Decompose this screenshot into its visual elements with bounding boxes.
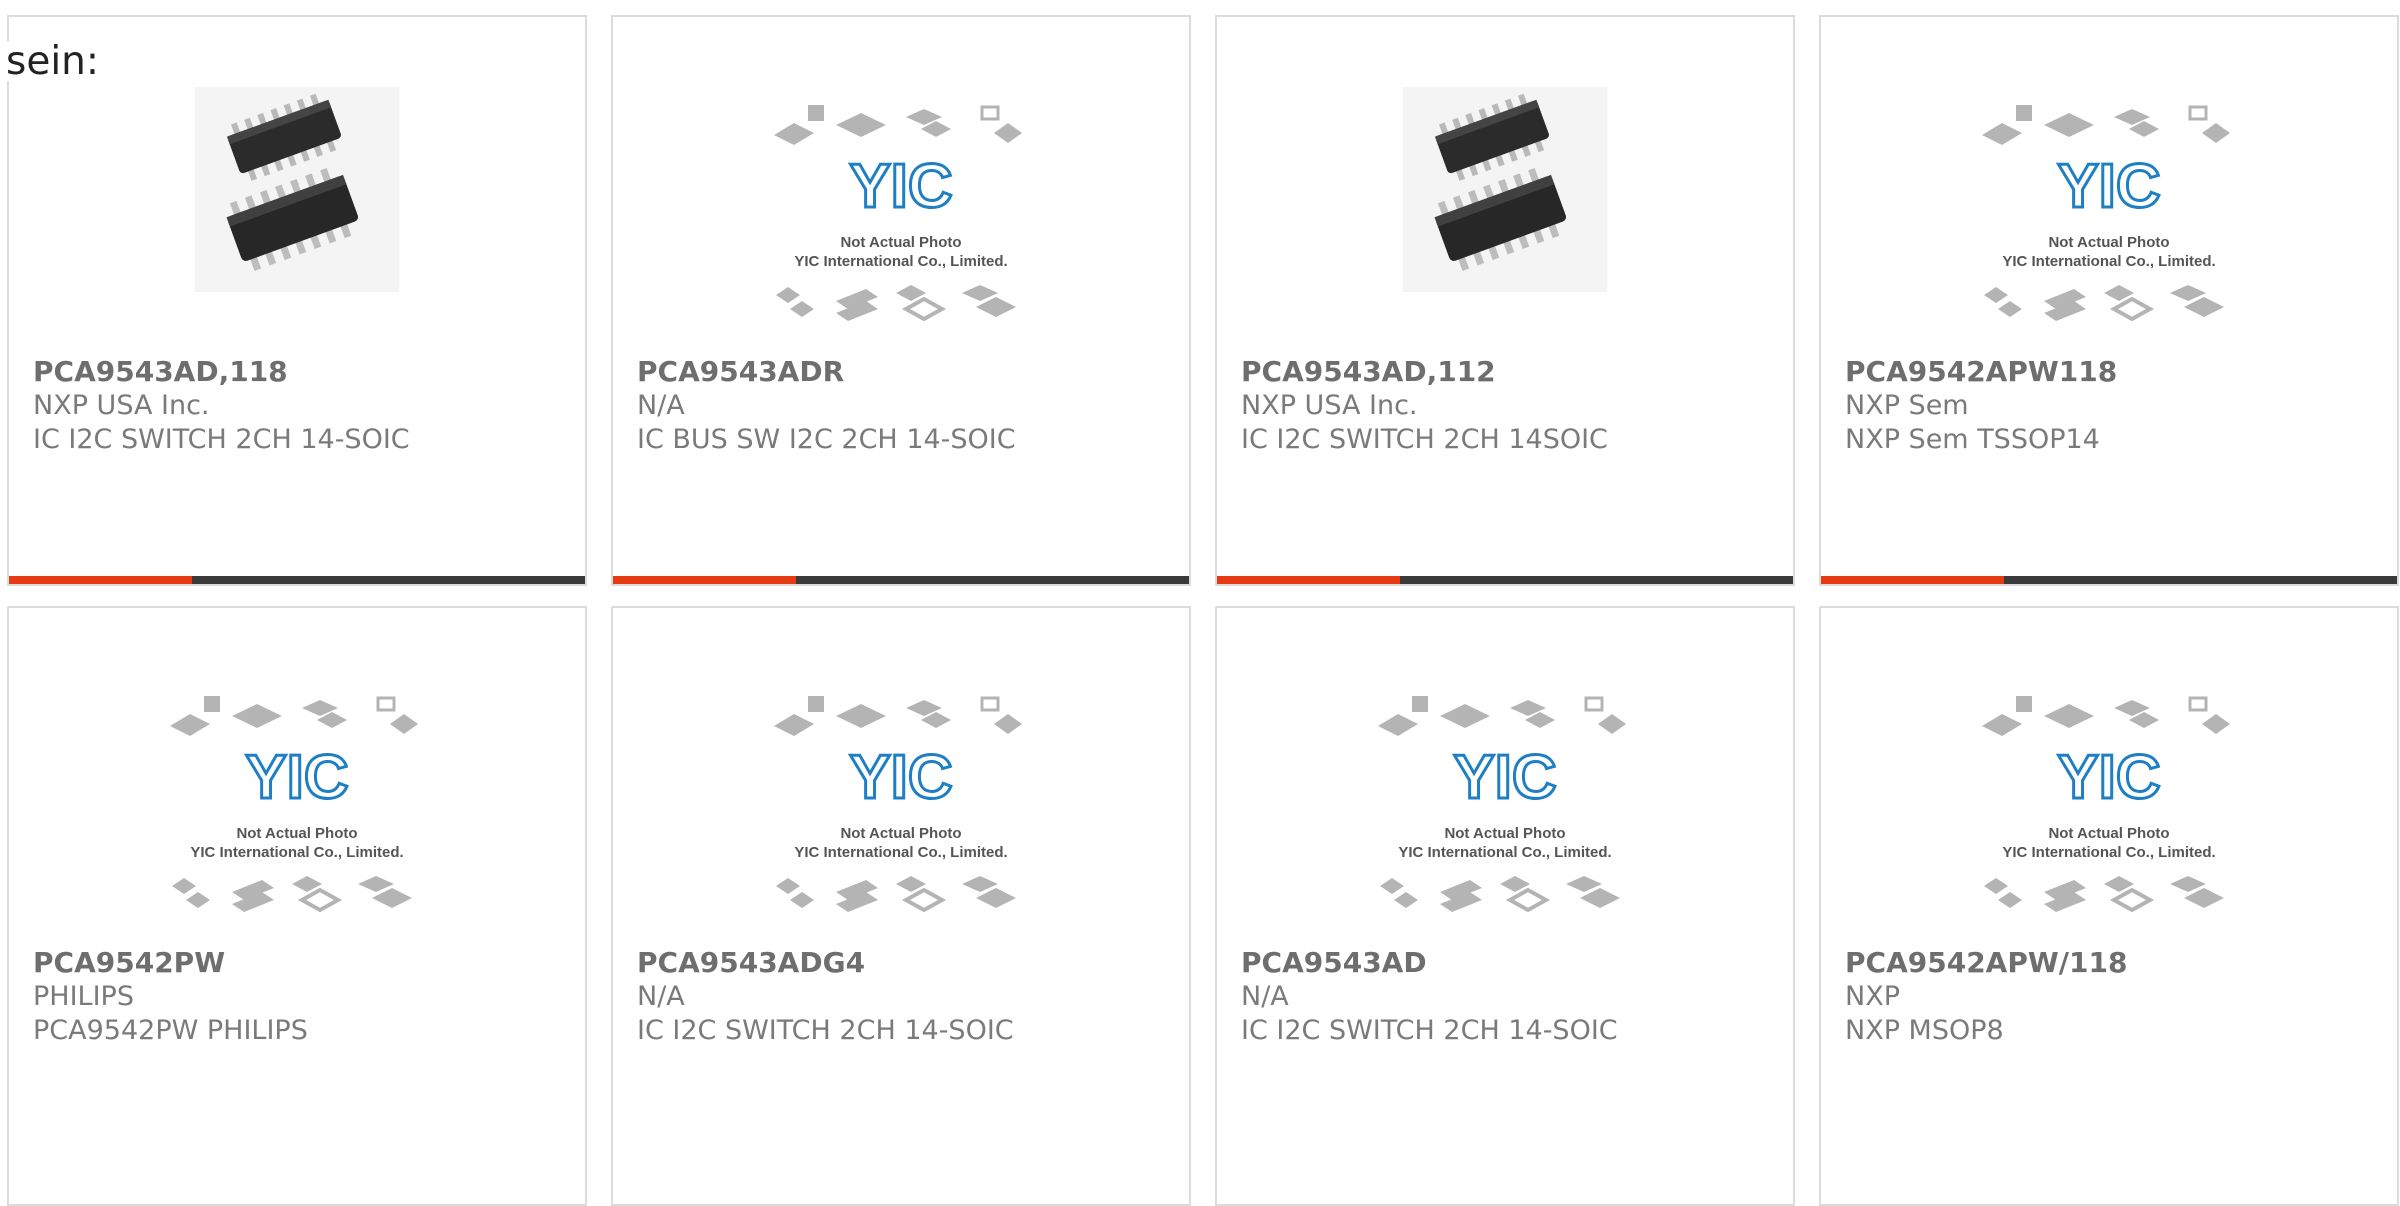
part-number[interactable]: PCA9542PW — [33, 946, 308, 980]
card-accent-bar — [613, 576, 796, 584]
yic-placeholder-image: YIC Not Actual Photo YIC International C… — [1982, 696, 2230, 913]
description: PCA9542PW PHILIPS — [33, 1015, 308, 1046]
product-info: PCA9543AD N/A IC I2C SWITCH 2CH 14-SOIC — [1241, 946, 1618, 1048]
manufacturer: NXP — [1845, 981, 1900, 1012]
description: NXP Sem TSSOP14 — [1845, 424, 2100, 455]
part-number[interactable]: PCA9543AD,118 — [33, 355, 410, 389]
part-number[interactable]: PCA9543ADR — [637, 355, 1016, 389]
manufacturer: N/A — [637, 981, 685, 1012]
product-info: PCA9543AD,118 NXP USA Inc. IC I2C SWITCH… — [33, 355, 410, 457]
part-number[interactable]: PCA9543AD,112 — [1241, 355, 1608, 389]
placeholder-caption: Not Actual Photo — [2048, 825, 2169, 842]
soic-chip-photo — [1402, 87, 1608, 292]
card-bottom-bar — [1821, 576, 2397, 584]
manufacturer: N/A — [637, 390, 685, 421]
product-card[interactable]: YIC Not Actual Photo YIC International C… — [7, 606, 587, 1206]
yic-placeholder-image: YIC Not Actual Photo YIC International C… — [1982, 105, 2230, 322]
product-card[interactable]: YIC Not Actual Photo YIC International C… — [611, 15, 1191, 586]
product-card[interactable]: YIC Not Actual Photo YIC International C… — [1819, 15, 2399, 586]
description: IC I2C SWITCH 2CH 14-SOIC — [1241, 1015, 1618, 1046]
yic-logo: YIC — [2057, 743, 2160, 812]
placeholder-caption: Not Actual Photo — [236, 825, 357, 842]
placeholder-company: YIC International Co., Limited. — [794, 253, 1007, 270]
manufacturer: NXP USA Inc. — [33, 390, 210, 421]
product-info: PCA9542APW118 NXP Sem NXP Sem TSSOP14 — [1845, 355, 2117, 457]
part-number[interactable]: PCA9542APW118 — [1845, 355, 2117, 389]
soic-chip-photo — [194, 87, 400, 292]
placeholder-caption: Not Actual Photo — [840, 234, 961, 251]
placeholder-company: YIC International Co., Limited. — [794, 844, 1007, 861]
part-number[interactable]: PCA9543ADG4 — [637, 946, 1014, 980]
product-card[interactable]: YIC Not Actual Photo YIC International C… — [1215, 606, 1795, 1206]
yic-placeholder-image: YIC Not Actual Photo YIC International C… — [1378, 696, 1626, 913]
description: NXP MSOP8 — [1845, 1015, 2004, 1046]
product-info: PCA9543ADG4 N/A IC I2C SWITCH 2CH 14-SOI… — [637, 946, 1014, 1048]
part-number[interactable]: PCA9542APW/118 — [1845, 946, 2127, 980]
yic-logo: YIC — [849, 743, 952, 812]
product-info: PCA9542APW/118 NXP NXP MSOP8 — [1845, 946, 2127, 1048]
card-bottom-bar — [1217, 576, 1793, 584]
yic-logo: YIC — [849, 152, 952, 221]
yic-logo: YIC — [2057, 152, 2160, 221]
card-bottom-bar — [613, 576, 1189, 584]
description: IC I2C SWITCH 2CH 14-SOIC — [33, 424, 410, 455]
placeholder-company: YIC International Co., Limited. — [2002, 253, 2215, 270]
card-accent-bar — [1217, 576, 1400, 584]
description: IC BUS SW I2C 2CH 14-SOIC — [637, 424, 1016, 455]
card-bottom-bar — [9, 576, 585, 584]
manufacturer: NXP USA Inc. — [1241, 390, 1418, 421]
yic-placeholder-image: YIC Not Actual Photo YIC International C… — [774, 696, 1022, 913]
product-info: PCA9543AD,112 NXP USA Inc. IC I2C SWITCH… — [1241, 355, 1608, 457]
product-card[interactable]: YIC Not Actual Photo YIC International C… — [1819, 606, 2399, 1206]
product-card[interactable]: PCA9543AD,118 NXP USA Inc. IC I2C SWITCH… — [7, 15, 587, 586]
yic-logo: YIC — [1453, 743, 1556, 812]
product-info: PCA9543ADR N/A IC BUS SW I2C 2CH 14-SOIC — [637, 355, 1016, 457]
card-accent-bar — [1821, 576, 2004, 584]
product-card[interactable]: PCA9543AD,112 NXP USA Inc. IC I2C SWITCH… — [1215, 15, 1795, 586]
yic-placeholder-image: YIC Not Actual Photo YIC International C… — [170, 696, 418, 913]
card-accent-bar — [9, 576, 192, 584]
part-number[interactable]: PCA9543AD — [1241, 946, 1618, 980]
yic-logo: YIC — [245, 743, 348, 812]
product-card[interactable]: YIC Not Actual Photo YIC International C… — [611, 606, 1191, 1206]
manufacturer: PHILIPS — [33, 981, 134, 1012]
placeholder-company: YIC International Co., Limited. — [1398, 844, 1611, 861]
intro-text: sein: — [6, 39, 102, 84]
placeholder-caption: Not Actual Photo — [1444, 825, 1565, 842]
placeholder-caption: Not Actual Photo — [2048, 234, 2169, 251]
placeholder-company: YIC International Co., Limited. — [190, 844, 403, 861]
placeholder-company: YIC International Co., Limited. — [2002, 844, 2215, 861]
description: IC I2C SWITCH 2CH 14-SOIC — [637, 1015, 1014, 1046]
manufacturer: NXP Sem — [1845, 390, 1969, 421]
yic-placeholder-image: YIC Not Actual Photo YIC International C… — [774, 105, 1022, 322]
placeholder-caption: Not Actual Photo — [840, 825, 961, 842]
description: IC I2C SWITCH 2CH 14SOIC — [1241, 424, 1608, 455]
manufacturer: N/A — [1241, 981, 1289, 1012]
product-info: PCA9542PW PHILIPS PCA9542PW PHILIPS — [33, 946, 308, 1048]
